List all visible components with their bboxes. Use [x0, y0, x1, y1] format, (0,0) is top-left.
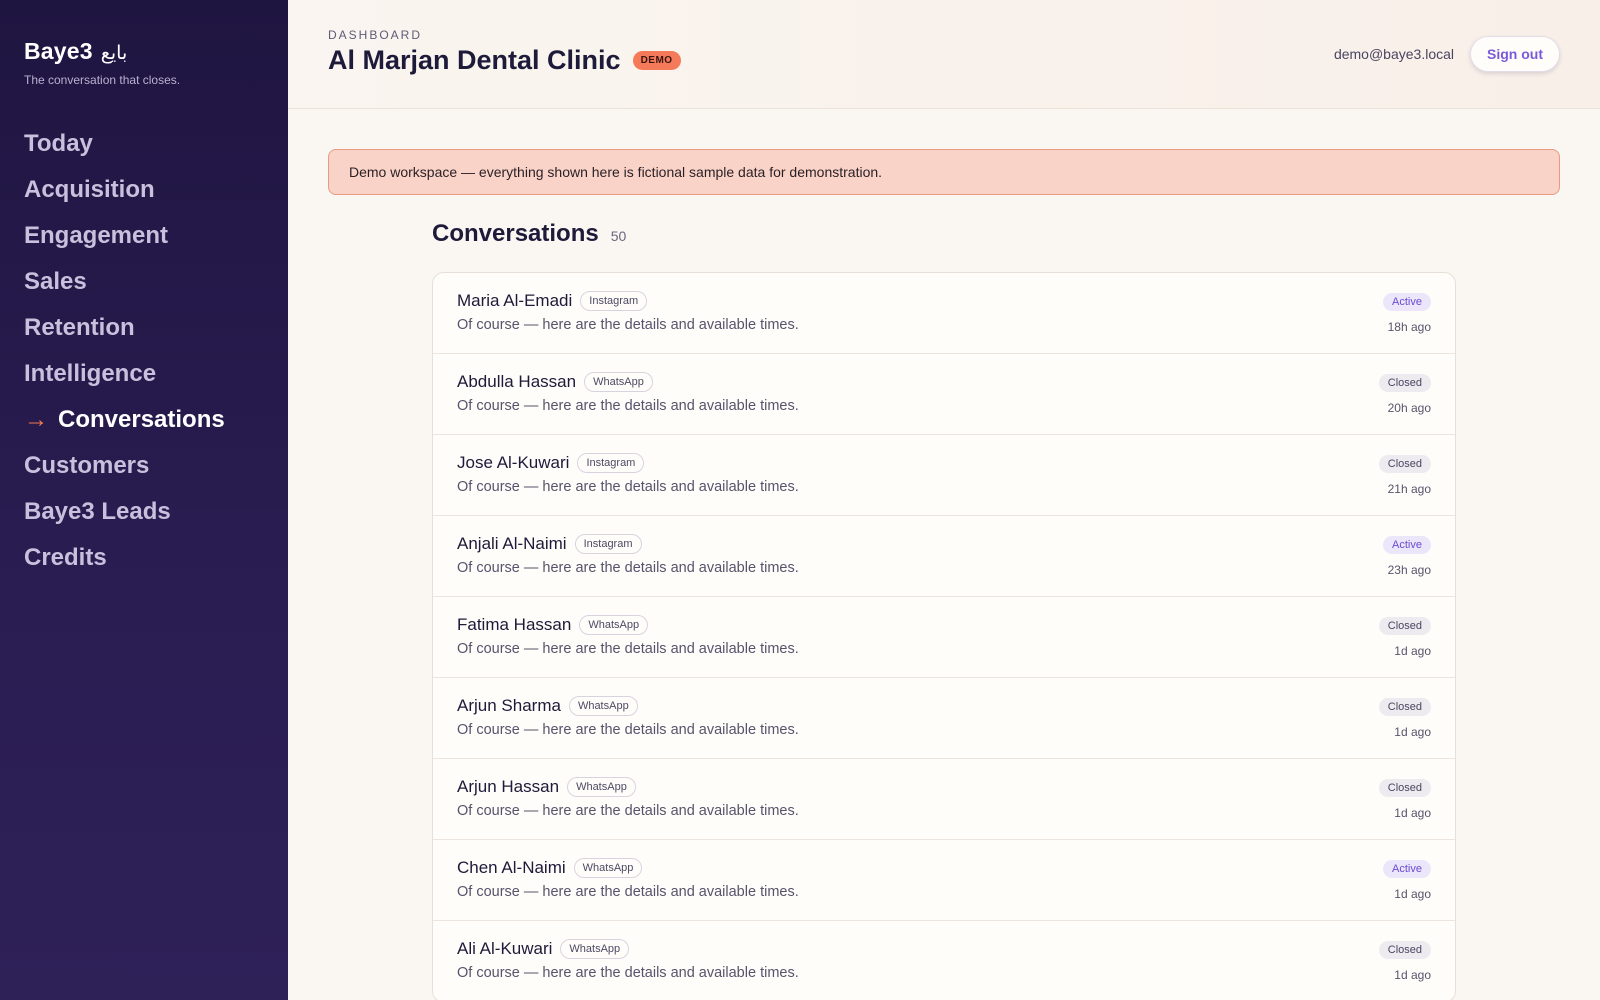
main-content: DASHBOARD Al Marjan Dental Clinic DEMO d… [288, 0, 1600, 1000]
sidebar-item-label: Retention [24, 314, 135, 341]
sidebar-item-label: Conversations [58, 406, 225, 433]
message-snippet: Of course — here are the details and ava… [457, 884, 799, 900]
sign-out-button[interactable]: Sign out [1470, 36, 1560, 72]
conversation-row[interactable]: Abdulla Hassan WhatsApp Of course — here… [433, 354, 1455, 435]
channel-badge: Instagram [577, 453, 645, 473]
contact-name: Jose Al-Kuwari [457, 453, 570, 472]
message-snippet: Of course — here are the details and ava… [457, 803, 799, 819]
message-snippet: Of course — here are the details and ava… [457, 965, 799, 981]
timestamp: 20h ago [1387, 401, 1431, 415]
conversation-row[interactable]: Ali Al-Kuwari WhatsApp Of course — here … [433, 921, 1455, 1000]
sidebar-item-intelligence[interactable]: Intelligence [24, 351, 264, 397]
brand-tagline: The conversation that closes. [24, 73, 181, 87]
sidebar-item-label: Acquisition [24, 176, 155, 203]
sidebar-item-label: Baye3 Leads [24, 498, 171, 525]
demo-badge: DEMO [632, 51, 681, 70]
contact-name: Arjun Sharma [457, 696, 561, 715]
brand-name: Baye3 [24, 38, 93, 64]
contact-name: Chen Al-Naimi [457, 858, 566, 877]
conversation-row[interactable]: Arjun Hassan WhatsApp Of course — here a… [433, 759, 1455, 840]
conversation-row[interactable]: Arjun Sharma WhatsApp Of course — here a… [433, 678, 1455, 759]
contact-name: Arjun Hassan [457, 777, 560, 796]
sidebar-item-today[interactable]: Today [24, 121, 264, 167]
timestamp: 1d ago [1394, 968, 1431, 982]
sidebar-nav: Today Acquisition Engagement Sales Reten… [24, 121, 264, 581]
arrow-right-icon: → [24, 406, 48, 433]
channel-badge: Instagram [580, 291, 648, 311]
status-badge: Closed [1378, 617, 1431, 635]
sidebar-item-baye3-leads[interactable]: Baye3 Leads [24, 489, 264, 535]
sidebar-item-retention[interactable]: Retention [24, 305, 264, 351]
status-badge: Closed [1378, 455, 1431, 473]
sidebar-item-label: Intelligence [24, 360, 157, 387]
timestamp: 1d ago [1394, 806, 1431, 820]
channel-badge: WhatsApp [567, 777, 636, 797]
contact-name: Ali Al-Kuwari [457, 939, 553, 958]
sidebar-item-label: Credits [24, 544, 107, 571]
conversation-row[interactable]: Chen Al-Naimi WhatsApp Of course — here … [433, 840, 1455, 921]
status-badge: Closed [1378, 698, 1431, 716]
message-snippet: Of course — here are the details and ava… [457, 398, 799, 414]
sidebar-item-credits[interactable]: Credits [24, 535, 264, 581]
section-title: Conversations [432, 220, 599, 247]
conversation-row[interactable]: Fatima Hassan WhatsApp Of course — here … [433, 597, 1455, 678]
message-snippet: Of course — here are the details and ava… [457, 641, 799, 657]
conversations-section: Conversations 50 Maria Al-Emadi Instagra… [432, 220, 1456, 1000]
sidebar-item-label: Today [24, 130, 93, 157]
status-badge: Active [1383, 860, 1431, 878]
brand-logo[interactable]: Baye3 بايع [24, 38, 264, 65]
message-snippet: Of course — here are the details and ava… [457, 317, 799, 333]
status-badge: Active [1383, 536, 1431, 554]
sidebar-item-label: Engagement [24, 222, 169, 249]
channel-badge: WhatsApp [560, 939, 630, 959]
message-snippet: Of course — here are the details and ava… [457, 560, 799, 576]
timestamp: 1d ago [1394, 644, 1431, 658]
user-email: demo@baye3.local [1333, 46, 1454, 62]
channel-badge: WhatsApp [579, 615, 649, 635]
brand-arabic-name: بايع [100, 42, 128, 64]
demo-banner-text: Demo workspace — everything shown here i… [349, 164, 883, 180]
channel-badge: WhatsApp [573, 858, 643, 878]
conversation-row[interactable]: Anjali Al-Naimi Instagram Of course — he… [433, 516, 1455, 597]
status-badge: Closed [1378, 374, 1431, 392]
timestamp: 1d ago [1394, 887, 1431, 901]
sidebar-item-conversations[interactable]: → Conversations [24, 397, 264, 443]
status-badge: Closed [1378, 941, 1431, 959]
message-snippet: Of course — here are the details and ava… [457, 479, 799, 495]
conversation-row[interactable]: Maria Al-Emadi Instagram Of course — her… [433, 273, 1455, 354]
contact-name: Anjali Al-Naimi [457, 534, 567, 553]
contact-name: Abdulla Hassan [457, 372, 577, 391]
conversation-count: 50 [610, 228, 627, 244]
conversation-list: Maria Al-Emadi Instagram Of course — her… [432, 272, 1456, 1000]
page-title: Al Marjan Dental Clinic [328, 45, 621, 75]
sidebar-item-label: Sales [24, 268, 87, 295]
channel-badge: WhatsApp [568, 696, 638, 716]
demo-banner: Demo workspace — everything shown here i… [328, 149, 1560, 195]
sidebar-item-customers[interactable]: Customers [24, 443, 264, 489]
conversation-row[interactable]: Jose Al-Kuwari Instagram Of course — her… [433, 435, 1455, 516]
channel-badge: Instagram [574, 534, 642, 554]
timestamp: 21h ago [1387, 482, 1431, 496]
contact-name: Maria Al-Emadi [457, 291, 573, 310]
page-header: DASHBOARD Al Marjan Dental Clinic DEMO d… [288, 0, 1600, 109]
contact-name: Fatima Hassan [457, 615, 572, 634]
timestamp: 23h ago [1387, 563, 1431, 577]
timestamp: 18h ago [1387, 320, 1431, 334]
status-badge: Closed [1378, 779, 1431, 797]
sidebar-item-acquisition[interactable]: Acquisition [24, 167, 264, 213]
sidebar: Baye3 بايع The conversation that closes.… [0, 0, 288, 1000]
sidebar-item-sales[interactable]: Sales [24, 259, 264, 305]
channel-badge: WhatsApp [584, 372, 653, 392]
status-badge: Active [1383, 293, 1431, 311]
timestamp: 1d ago [1394, 725, 1431, 739]
message-snippet: Of course — here are the details and ava… [457, 722, 799, 738]
sidebar-item-engagement[interactable]: Engagement [24, 213, 264, 259]
sidebar-item-label: Customers [24, 452, 150, 479]
